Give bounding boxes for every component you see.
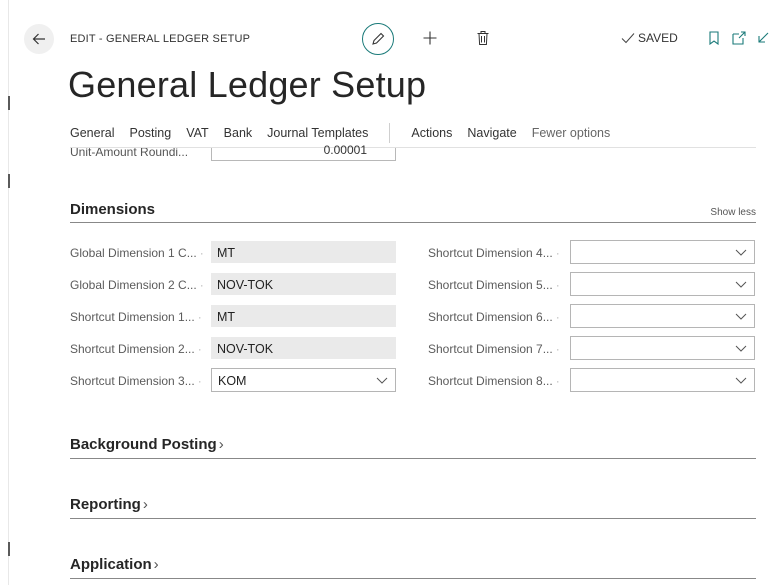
fewer-options-button[interactable]: Fewer options [532, 126, 611, 140]
unit-amount-rounding-value: 0.00001 [323, 143, 367, 157]
shortcut-dimension-4-code-label: Shortcut Dimension 4... · [428, 246, 560, 260]
page-title: General Ledger Setup [68, 64, 427, 105]
shortcut-dimension-8-code-select[interactable] [570, 368, 755, 392]
shortcut-dimension-3-code-value: KOM [218, 374, 247, 388]
action-bar: General Posting VAT Bank Journal Templat… [70, 123, 756, 143]
shortcut-dimension-1-code-label: Shortcut Dimension 1... · [70, 310, 202, 324]
reporting-section-divider [70, 518, 756, 519]
new-button[interactable] [421, 29, 439, 47]
shortcut-dimension-3-code-label: Shortcut Dimension 3... · [70, 374, 202, 388]
tab-journal-templates[interactable]: Journal Templates [267, 126, 368, 140]
unit-amount-rounding-input[interactable]: 0.00001 [211, 143, 396, 161]
global-dimension-2-code-label: Global Dimension 2 C... · [70, 278, 204, 292]
shortcut-dimension-5-code-label: Shortcut Dimension 5... · [428, 278, 560, 292]
dimensions-section-title[interactable]: Dimensions [70, 201, 155, 218]
chevron-right-icon: › [142, 496, 148, 513]
delete-button[interactable] [474, 29, 492, 47]
tab-vat[interactable]: VAT [186, 126, 208, 140]
open-in-new-window-icon [732, 31, 746, 45]
shortcut-dimension-3-code-select[interactable]: KOM [211, 368, 396, 392]
window-left-border [8, 0, 9, 585]
chevron-down-icon [735, 313, 747, 320]
chevron-right-icon: › [153, 556, 159, 573]
window-edge-tick [8, 174, 10, 188]
shortcut-dimension-8-code-label: Shortcut Dimension 8... · [428, 374, 560, 388]
global-dimension-2-code-field[interactable]: NOV-TOK [211, 273, 396, 295]
pencil-icon [372, 32, 385, 45]
global-dimension-1-code-field[interactable]: MT [211, 241, 396, 263]
chevron-down-icon [735, 345, 747, 352]
chevron-down-icon [735, 281, 747, 288]
collapse-button[interactable] [756, 31, 770, 45]
tab-bank[interactable]: Bank [224, 126, 253, 140]
arrow-left-icon [32, 33, 45, 45]
back-button[interactable] [24, 24, 54, 54]
plus-icon [423, 31, 437, 45]
background-posting-section-title[interactable]: Background Posting › [70, 436, 224, 453]
unit-amount-rounding-label: Unit-Amount Roundi... [70, 148, 189, 159]
page-caption: EDIT - GENERAL LEDGER SETUP [70, 33, 251, 45]
shortcut-dimension-6-code-select[interactable] [570, 304, 755, 328]
global-dimension-1-code-label: Global Dimension 1 C... · [70, 246, 204, 260]
checkmark-icon [621, 33, 635, 44]
shortcut-dimension-7-code-select[interactable] [570, 336, 755, 360]
application-section-title[interactable]: Application › [70, 556, 159, 573]
tab-general[interactable]: General [70, 126, 114, 140]
collapse-icon [758, 32, 769, 43]
shortcut-dimension-4-code-select[interactable] [570, 240, 755, 264]
action-bar-separator [389, 123, 391, 143]
tab-posting[interactable]: Posting [129, 126, 171, 140]
open-new-window-button[interactable] [731, 30, 747, 46]
shortcut-dimension-2-code-label: Shortcut Dimension 2... · [70, 342, 202, 356]
dimensions-section-divider [70, 222, 756, 223]
chevron-down-icon [376, 377, 388, 384]
edit-button[interactable] [362, 23, 394, 55]
window-edge-tick [8, 542, 10, 556]
shortcut-dimension-2-code-field[interactable]: NOV-TOK [211, 337, 396, 359]
window-edge-tick [8, 96, 10, 110]
application-section-divider [70, 578, 756, 579]
shortcut-dimension-1-code-field[interactable]: MT [211, 305, 396, 327]
saved-label: SAVED [638, 31, 678, 45]
reporting-section-title[interactable]: Reporting › [70, 496, 148, 513]
bookmark-button[interactable] [707, 30, 721, 46]
shortcut-dimension-6-code-label: Shortcut Dimension 6... · [428, 310, 560, 324]
shortcut-dimension-7-code-label: Shortcut Dimension 7... · [428, 342, 560, 356]
show-less-button[interactable]: Show less [710, 207, 756, 218]
chevron-down-icon [735, 249, 747, 256]
chevron-down-icon [735, 377, 747, 384]
navigate-menu[interactable]: Navigate [467, 126, 516, 140]
background-posting-section-divider [70, 458, 756, 459]
trash-icon [477, 31, 489, 45]
saved-status: SAVED [621, 31, 678, 45]
actions-menu[interactable]: Actions [411, 126, 452, 140]
shortcut-dimension-5-code-select[interactable] [570, 272, 755, 296]
bookmark-icon [709, 31, 719, 45]
chevron-right-icon: › [218, 436, 224, 453]
